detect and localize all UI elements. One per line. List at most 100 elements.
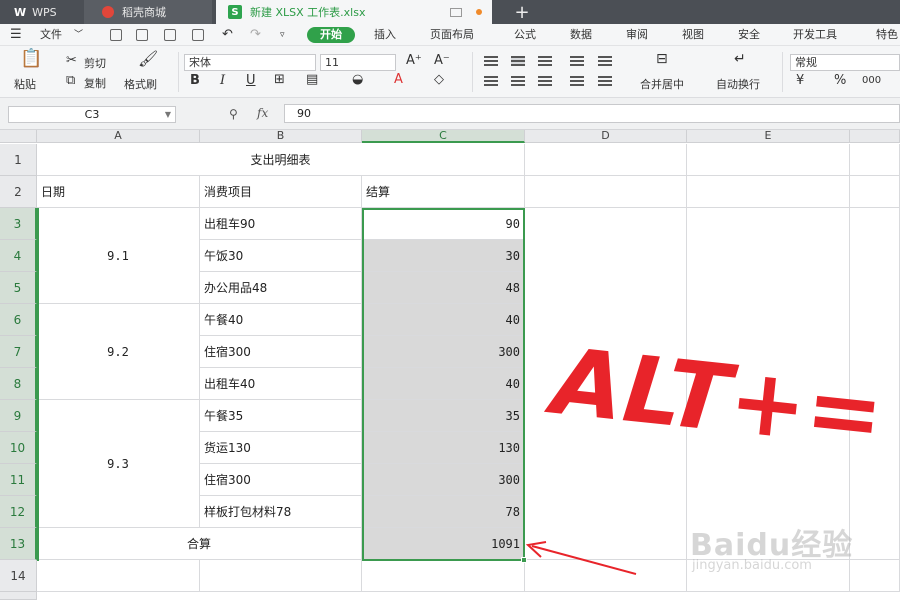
sheet-title-cell[interactable]: 支出明细表 (37, 144, 525, 176)
borders-icon[interactable]: ⊞ (274, 73, 285, 87)
row-header-14[interactable]: 14 (0, 560, 37, 592)
copy-button[interactable]: 复制 (84, 75, 106, 91)
menu-data[interactable]: 数据 (570, 27, 592, 43)
italic-icon[interactable]: I (220, 74, 225, 88)
currency-icon[interactable]: ¥ (796, 74, 804, 88)
item-cell[interactable]: 午餐35 (200, 400, 362, 432)
merge-center-icon[interactable]: ⊟ (656, 52, 668, 66)
amount-cell[interactable]: 48 (362, 272, 525, 304)
zoom-icon[interactable]: ⚲ (229, 107, 238, 121)
menu-view[interactable]: 视图 (682, 27, 704, 43)
item-cell[interactable]: 货运130 (200, 432, 362, 464)
menu-security[interactable]: 安全 (738, 27, 760, 43)
amount-cell[interactable]: 300 (362, 336, 525, 368)
menu-file[interactable]: 文件 (40, 27, 62, 43)
monitor-icon[interactable] (450, 7, 462, 17)
print-icon[interactable] (164, 29, 176, 41)
align-right-icon[interactable] (538, 76, 552, 86)
insert-function-icon[interactable]: fx (257, 106, 268, 120)
decrease-font-icon[interactable]: A⁻ (434, 54, 450, 68)
percent-button[interactable]: % (834, 74, 846, 88)
formula-input[interactable]: 90 (284, 104, 900, 123)
row-header-9[interactable]: 9 (0, 400, 37, 432)
new-tab-button[interactable]: + (510, 0, 534, 24)
row-header-13[interactable]: 13 (0, 528, 37, 560)
item-cell[interactable]: 午餐40 (200, 304, 362, 336)
cut-button[interactable]: 剪切 (84, 55, 106, 71)
align-top-icon[interactable] (484, 56, 498, 66)
paste-icon[interactable]: 📋 (20, 50, 42, 68)
total-label-cell[interactable]: 合算 (37, 528, 362, 560)
row-header-3[interactable]: 3 (0, 208, 37, 240)
align-left-icon[interactable] (484, 76, 498, 86)
chevron-down-icon[interactable]: ﹀ (74, 27, 83, 43)
cell-e1[interactable] (687, 144, 850, 176)
row-header-4[interactable]: 4 (0, 240, 37, 272)
item-cell[interactable]: 住宿300 (200, 464, 362, 496)
thousands-button[interactable]: 000 (862, 74, 881, 88)
item-cell[interactable]: 样板打包材料78 (200, 496, 362, 528)
export-icon[interactable] (136, 29, 148, 41)
underline-icon[interactable]: U (246, 74, 256, 88)
cell-e2[interactable] (687, 176, 850, 208)
format-painter-button[interactable]: 格式刷 (124, 76, 157, 92)
row-header-12[interactable]: 12 (0, 496, 37, 528)
item-cell[interactable]: 出租车40 (200, 368, 362, 400)
increase-font-icon[interactable]: A⁺ (406, 54, 422, 68)
column-header-b[interactable]: B (200, 130, 362, 143)
fill-handle[interactable] (521, 557, 527, 563)
font-color-icon[interactable]: A (394, 73, 403, 87)
header-date-cell[interactable]: 日期 (37, 176, 200, 208)
save-icon[interactable] (110, 29, 122, 41)
wrap-text-button[interactable]: 自动换行 (716, 76, 760, 92)
row-header-8[interactable]: 8 (0, 368, 37, 400)
row-header-5[interactable]: 5 (0, 272, 37, 304)
customize-arrow-icon[interactable]: ▿ (280, 27, 285, 43)
align-bottom-icon[interactable] (538, 56, 552, 66)
date-group-cell[interactable]: 9.1 (37, 208, 200, 304)
copy-icon[interactable]: ⧉ (66, 74, 75, 88)
cell-d2[interactable] (525, 176, 687, 208)
justify-icon[interactable] (570, 76, 584, 86)
distributed-icon[interactable] (598, 76, 612, 86)
font-name-select[interactable]: 宋体 (184, 54, 316, 71)
indent-decrease-icon[interactable] (570, 56, 584, 66)
cell-b14[interactable] (200, 560, 362, 592)
column-header-e[interactable]: E (687, 130, 850, 143)
name-box[interactable]: C3 ▼ (8, 106, 176, 123)
menu-features[interactable]: 特色 (876, 27, 898, 43)
indent-increase-icon[interactable] (598, 56, 612, 66)
date-group-cell[interactable]: 9.2 (37, 304, 200, 400)
paste-button[interactable]: 粘贴 (14, 76, 36, 92)
row-header-2[interactable]: 2 (0, 176, 37, 208)
column-header-d[interactable]: D (525, 130, 687, 143)
amount-cell[interactable]: 300 (362, 464, 525, 496)
amount-cell[interactable]: 40 (362, 304, 525, 336)
tab-docer-store[interactable]: 稻壳商城 (84, 0, 212, 24)
header-item-cell[interactable]: 消费项目 (200, 176, 362, 208)
item-cell[interactable]: 午饭30 (200, 240, 362, 272)
undo-icon[interactable]: ↶ (222, 27, 233, 43)
print-preview-icon[interactable] (192, 29, 204, 41)
amount-cell[interactable]: 40 (362, 368, 525, 400)
wrap-text-icon[interactable]: ↵ (734, 52, 746, 66)
row-header-10[interactable]: 10 (0, 432, 37, 464)
font-size-select[interactable]: 11 (320, 54, 396, 71)
cell-c14[interactable] (362, 560, 525, 592)
column-header-a[interactable]: A (37, 130, 200, 143)
amount-cell-active[interactable]: 90 (362, 208, 525, 240)
format-painter-icon[interactable]: 🖌 (138, 51, 158, 67)
row-header-15[interactable] (0, 592, 37, 600)
amount-cell[interactable]: 30 (362, 240, 525, 272)
chevron-down-icon[interactable]: ▼ (165, 107, 171, 122)
cell-a14[interactable] (37, 560, 200, 592)
menu-page-layout[interactable]: 页面布局 (430, 27, 474, 43)
header-amount-cell[interactable]: 结算 (362, 176, 525, 208)
tab-wps-home[interactable]: W WPS (0, 0, 82, 24)
cell-d14[interactable] (525, 560, 687, 592)
cell-d1[interactable] (525, 144, 687, 176)
row-header-6[interactable]: 6 (0, 304, 37, 336)
cells-d3-d13[interactable] (525, 208, 687, 560)
cell-f1[interactable] (850, 144, 900, 176)
amount-cell[interactable]: 130 (362, 432, 525, 464)
